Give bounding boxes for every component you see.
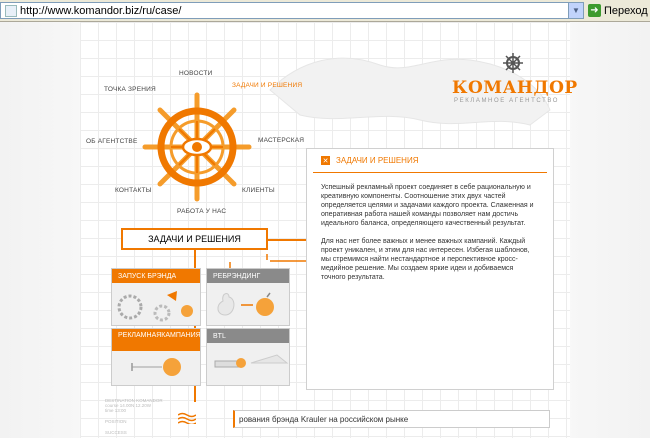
panel-body: Успешный рекламный проект соединяет в се… [307, 173, 553, 282]
target-apple-icon [131, 358, 181, 376]
address-url: http://www.komandor.biz/ru/case/ [20, 4, 182, 17]
close-icon[interactable]: ✕ [321, 156, 330, 165]
syringe-apple-icon [214, 354, 289, 368]
card-launch[interactable]: ЗАПУСК БРЭНДА [111, 268, 201, 326]
site-logo[interactable]: КОМАНДОР РЕКЛАМНОЕ АГЕНТСТВО [452, 52, 577, 104]
footer-line3: time 13:00 [105, 408, 127, 413]
panel-paragraph-1: Успешный рекламный проект соединяет в се… [321, 184, 534, 227]
nav-news[interactable]: НОВОСТИ [179, 70, 212, 77]
footer-line4: POSITION [105, 419, 127, 424]
logo-name: КОМАНДОР [452, 78, 578, 98]
card-campaign-line1: РЕКЛАМНАЯ [118, 332, 162, 339]
panel-title: ЗАДАЧИ И РЕШЕНИЯ [336, 156, 419, 165]
card-campaign-title: РЕКЛАМНАЯ КАМПАНИЯ [112, 329, 200, 351]
news-ticker[interactable]: рования брэнда Krauler на российском рын… [233, 410, 550, 428]
card-rebranding[interactable]: РЕБРЭНДИНГ [206, 268, 290, 326]
go-arrow-icon: ➜ [588, 4, 601, 17]
section-title: ЗАДАЧИ И РЕШЕНИЯ [121, 228, 268, 250]
go-button[interactable]: ➜ Переход [588, 2, 648, 19]
nav-about[interactable]: ОБ АГЕНТСТВЕ [86, 138, 138, 145]
go-label: Переход [604, 4, 648, 17]
address-dropdown-icon[interactable]: ▼ [568, 3, 583, 18]
browser-toolbar: http://www.komandor.biz/ru/case/ ▼ ➜ Пер… [0, 0, 650, 22]
footer-line5: SUCCESS [105, 430, 127, 435]
nav-careers[interactable]: РАБОТА У НАС [177, 208, 226, 215]
footer-coordinates: DESTINATION KOMANDOR course 14.00N 12.20… [105, 398, 163, 435]
panel-header: ✕ ЗАДАЧИ И РЕШЕНИЯ [313, 149, 547, 173]
page: НОВОСТИ ТОЧКА ЗРЕНИЯ ЗАДАЧИ И РЕШЕНИЯ ОБ… [0, 22, 650, 438]
card-campaign-line2: КАМПАНИЯ [161, 332, 201, 339]
ship-wheel-icon [142, 92, 252, 202]
address-input[interactable]: http://www.komandor.biz/ru/case/ ▼ [0, 2, 584, 19]
panel-paragraph-2: Для нас нет более важных и менее важных … [321, 238, 530, 281]
nav-tasks[interactable]: ЗАДАЧИ И РЕШЕНИЯ [232, 82, 302, 89]
page-icon [5, 4, 17, 17]
pear-apple-icon [217, 292, 274, 316]
logo-wheel-icon [503, 53, 523, 73]
waves-icon [178, 412, 196, 424]
content-panel: ✕ ЗАДАЧИ И РЕШЕНИЯ Успешный рекламный пр… [306, 148, 554, 390]
logo-tagline: РЕКЛАМНОЕ АГЕНТСТВО [454, 98, 560, 104]
gears-icon [117, 291, 193, 322]
card-campaign[interactable]: РЕКЛАМНАЯ КАМПАНИЯ [111, 328, 201, 386]
card-btl[interactable]: BTL [206, 328, 290, 386]
nav-workshop[interactable]: МАСТЕРСКАЯ [258, 137, 304, 144]
